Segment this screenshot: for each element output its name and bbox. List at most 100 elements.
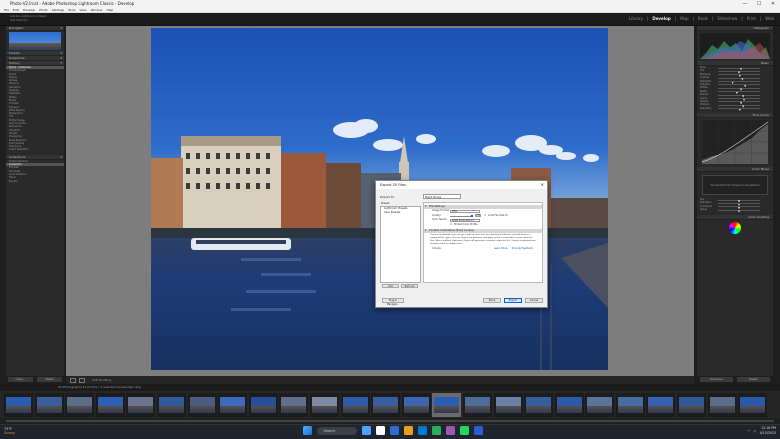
filmstrip-thumbnail[interactable] xyxy=(707,392,737,417)
filmstrip-thumbnail[interactable] xyxy=(279,392,309,417)
slider-track[interactable] xyxy=(718,104,760,108)
filmstrip-thumbnail[interactable] xyxy=(126,392,156,417)
menu-item-edit[interactable]: Edit xyxy=(13,8,19,12)
slider-track[interactable] xyxy=(718,199,760,203)
limit-size-checkbox[interactable]: ☐ xyxy=(484,214,486,218)
slider-track[interactable] xyxy=(718,74,760,78)
loupe-view-icon[interactable] xyxy=(70,377,76,383)
slider-track[interactable] xyxy=(718,101,760,105)
color-wheel-icon[interactable] xyxy=(729,221,741,234)
filmstrip-thumbnail[interactable] xyxy=(218,392,248,417)
weather-widget[interactable]: 75°F Sunny xyxy=(4,427,15,435)
export-to-select[interactable]: Hard Drive xyxy=(423,194,461,199)
filmstrip-thumbnail[interactable] xyxy=(615,392,645,417)
filmstrip-thumbnail[interactable] xyxy=(462,392,492,417)
reset-button[interactable]: Reset xyxy=(737,377,770,382)
module-print[interactable]: Print xyxy=(747,16,756,21)
slider-track[interactable] xyxy=(718,91,760,95)
compare-view-icon[interactable] xyxy=(78,377,85,383)
menu-item-develop[interactable]: Develop xyxy=(23,8,35,12)
slider-track[interactable] xyxy=(718,81,760,85)
filmstrip-thumbnail[interactable] xyxy=(248,392,278,417)
menu-item-photo[interactable]: Photo xyxy=(39,8,48,12)
module-library[interactable]: Library xyxy=(629,16,643,21)
navigator-header[interactable]: Navigator xyxy=(6,26,64,31)
filmstrip-thumbnail[interactable] xyxy=(309,392,339,417)
filmstrip-thumbnail[interactable] xyxy=(371,392,401,417)
slider-track[interactable] xyxy=(718,67,760,71)
filmstrip-thumbnail[interactable] xyxy=(95,392,125,417)
menu-item-tools[interactable]: Tools xyxy=(68,8,75,12)
slider-track[interactable] xyxy=(718,202,760,206)
filmstrip-thumbnail[interactable] xyxy=(401,392,431,417)
slider-saturation[interactable]: Saturation xyxy=(700,107,770,112)
paste-button[interactable]: Paste xyxy=(37,377,62,382)
menu-item-file[interactable]: File xyxy=(4,8,9,12)
navigator-preview[interactable] xyxy=(9,32,61,50)
slider-track[interactable] xyxy=(718,77,760,81)
filmstrip-thumbnail[interactable] xyxy=(554,392,584,417)
slider-range[interactable]: Range xyxy=(700,208,770,213)
filmstrip-thumbnail[interactable] xyxy=(677,392,707,417)
filmstrip-thumbnail[interactable] xyxy=(187,392,217,417)
filmstrip-thumbnail[interactable] xyxy=(585,392,615,417)
copy-button[interactable]: Copy... xyxy=(8,377,33,382)
cancel-button[interactable]: Cancel xyxy=(525,298,543,303)
taskbar-app-icon[interactable] xyxy=(445,426,455,435)
identity-line-2[interactable]: Get Started xyxy=(10,18,47,22)
minimize-icon[interactable]: — xyxy=(738,0,752,8)
clock[interactable]: 12:18 PM 4/15/2023 xyxy=(760,426,776,435)
menu-item-view[interactable]: View xyxy=(79,8,86,12)
module-book[interactable]: Book xyxy=(698,16,708,21)
menu-item-window[interactable]: Window xyxy=(91,8,103,12)
maximize-icon[interactable]: ☐ xyxy=(752,0,766,8)
filmstrip-thumbnail[interactable] xyxy=(493,392,523,417)
histogram-header[interactable]: Histogram xyxy=(697,26,773,31)
module-develop[interactable]: Develop xyxy=(652,16,670,21)
collections-header[interactable]: Collections xyxy=(6,154,64,160)
close-icon[interactable]: ✕ xyxy=(766,0,780,8)
filmstrip-thumbnail[interactable] xyxy=(738,392,768,417)
taskbar-app-icon[interactable] xyxy=(431,426,441,435)
taskbar-app-icon[interactable] xyxy=(473,426,483,435)
menu-item-help[interactable]: Help xyxy=(106,8,113,12)
embed-profile-checkbox[interactable]: ☐ xyxy=(450,223,452,227)
feedback-link[interactable]: Provide Feedback xyxy=(512,247,533,251)
tone-curve-header[interactable]: Tone Curve xyxy=(697,113,773,119)
slider-track[interactable] xyxy=(718,84,760,88)
taskbar-app-icon[interactable] xyxy=(403,426,413,435)
filmstrip-thumbnail[interactable] xyxy=(524,392,554,417)
filmstrip-source[interactable]: All Photographs 43 photos / 1 selected A… xyxy=(0,384,780,391)
history-header[interactable]: History xyxy=(6,61,64,66)
soft-proofing-toggle[interactable]: Soft Proofing xyxy=(92,378,111,382)
filmstrip-thumbnail[interactable] xyxy=(340,392,370,417)
filmstrip-thumbnail[interactable] xyxy=(432,392,462,417)
quality-slider[interactable] xyxy=(450,214,473,218)
windows-start-icon[interactable] xyxy=(302,426,312,435)
module-slideshow[interactable]: Slideshow xyxy=(717,16,737,21)
tone-curve-graph[interactable] xyxy=(701,120,769,165)
menu-item-settings[interactable]: Settings xyxy=(52,8,64,12)
wifi-icon[interactable]: ◠ xyxy=(747,429,750,433)
taskbar-app-icon[interactable] xyxy=(375,426,385,435)
filmstrip-thumbnail[interactable] xyxy=(34,392,64,417)
slider-knob[interactable] xyxy=(737,210,741,213)
plugin-manager-button[interactable]: Plug-in Manager... xyxy=(382,298,404,306)
add-preset-button[interactable]: Add xyxy=(382,284,399,288)
search-box[interactable]: Search xyxy=(316,426,357,435)
module-map[interactable]: Map xyxy=(680,16,688,21)
volume-icon[interactable]: ◁ xyxy=(753,429,755,433)
slider-track[interactable] xyxy=(718,108,760,112)
taskbar-app-icon[interactable] xyxy=(459,426,469,435)
preset-item[interactable]: User Presets xyxy=(381,211,420,215)
learn-more-link[interactable]: Learn More xyxy=(494,247,507,251)
slider-track[interactable] xyxy=(718,70,760,74)
filmstrip-thumbnail[interactable] xyxy=(646,392,676,417)
slider-knob[interactable] xyxy=(738,108,742,112)
filmstrip-thumbnail[interactable] xyxy=(65,392,95,417)
color-space-select[interactable]: sRGB IEC61966-2.1 xyxy=(450,218,480,223)
content-credentials-header[interactable]: Content Credentials (Early Access) xyxy=(424,229,542,234)
filmstrip-thumbnail[interactable] xyxy=(4,392,33,417)
close-icon[interactable]: ✕ xyxy=(541,181,544,189)
slider-track[interactable] xyxy=(718,94,760,98)
